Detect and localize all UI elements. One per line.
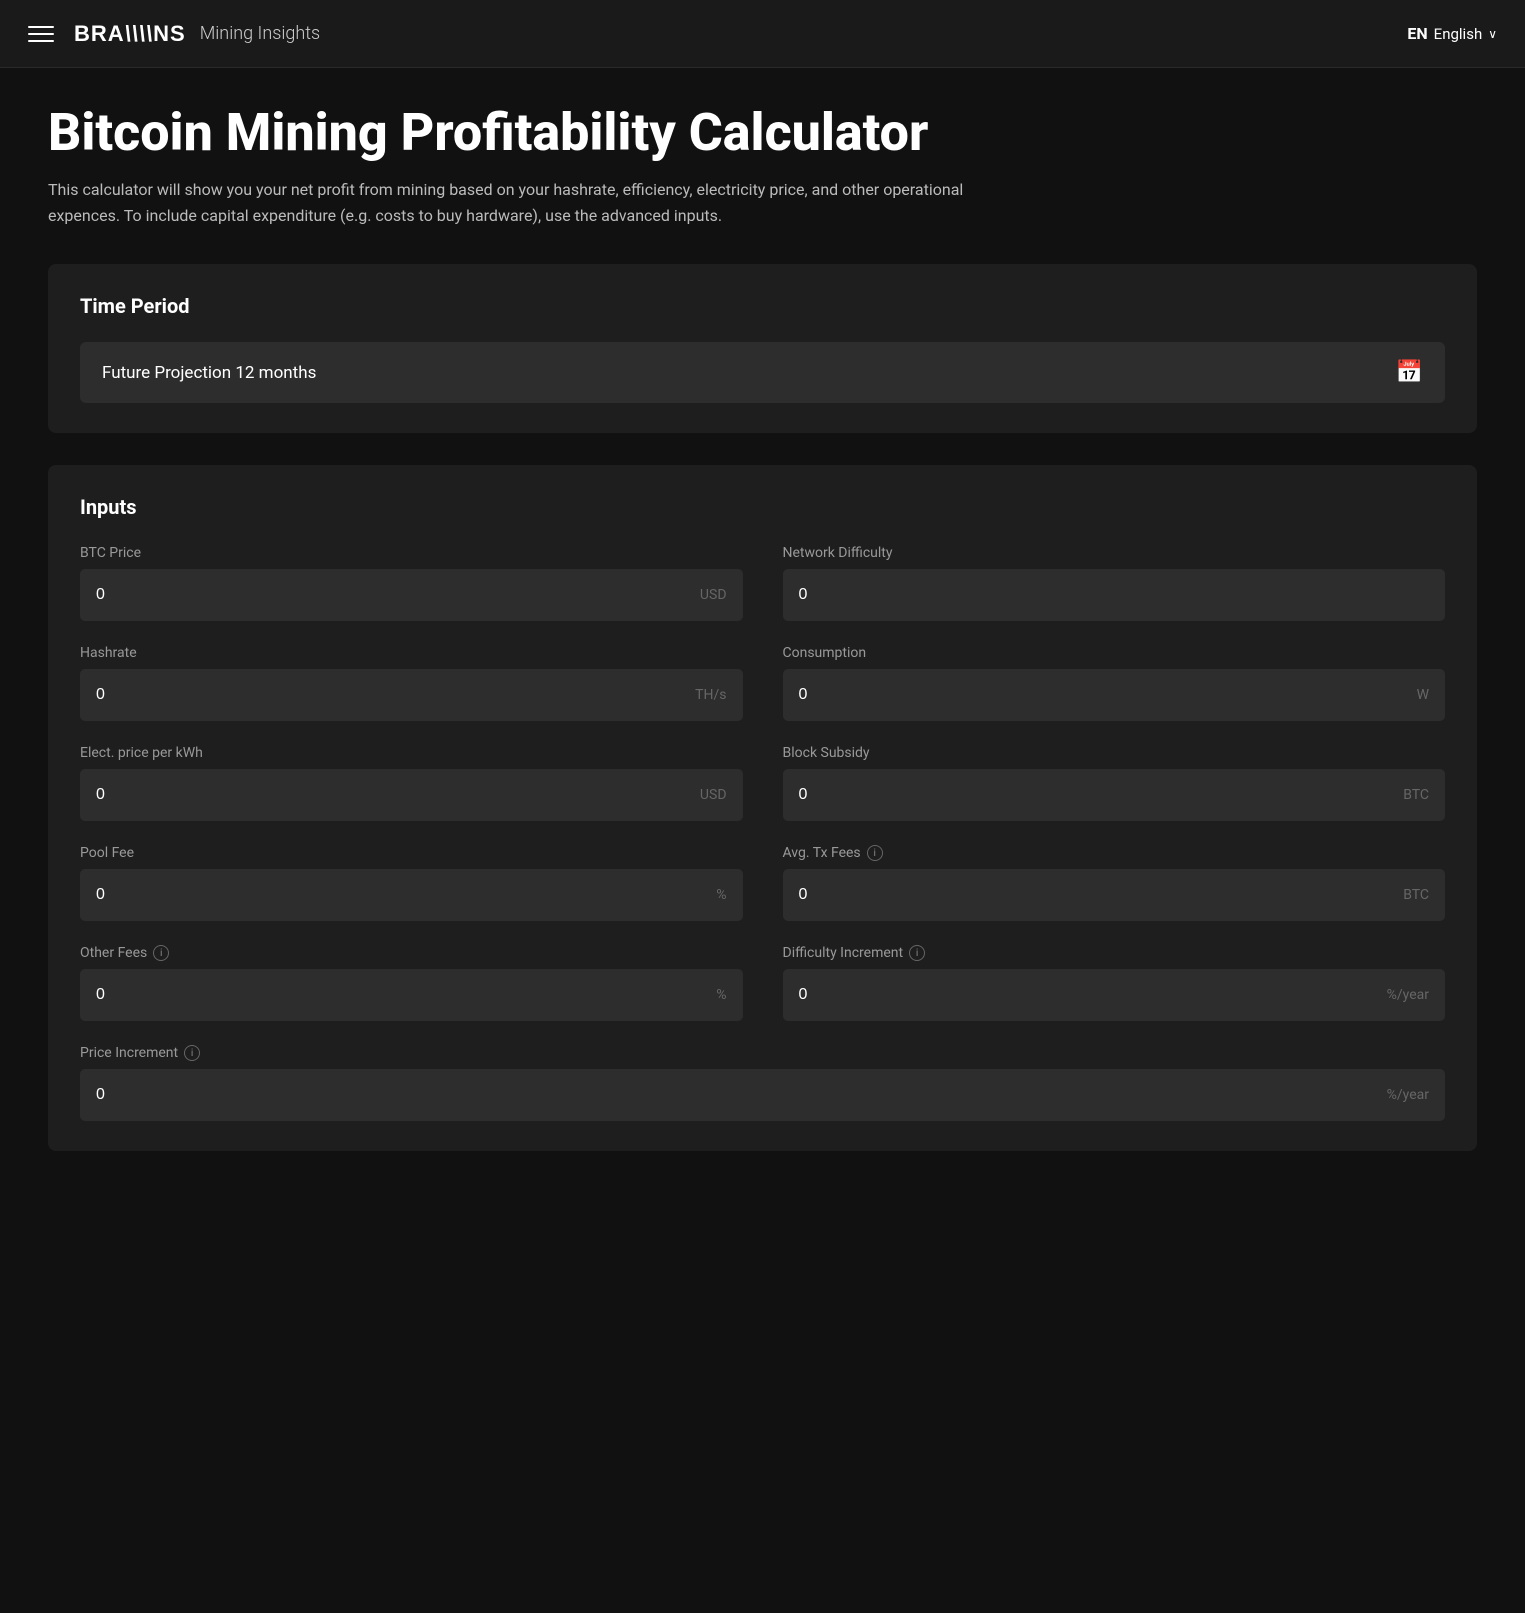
input-difficulty-increment[interactable]: [799, 986, 1379, 1004]
main-content: Bitcoin Mining Profitability Calculator …: [0, 68, 1525, 1231]
unit-block-subsidy: BTC: [1403, 787, 1429, 803]
label-hashrate: Hashrate: [80, 645, 743, 661]
language-label: English: [1434, 25, 1483, 43]
input-group-price-increment: Price Incrementi %/year: [80, 1045, 1445, 1121]
info-icon-avg-tx-fees[interactable]: i: [867, 845, 883, 861]
unit-pool-fee: %: [716, 887, 726, 903]
input-price-increment[interactable]: [96, 1086, 1379, 1104]
field-wrapper-network-difficulty: [783, 569, 1446, 621]
unit-hashrate: TH/s: [695, 687, 726, 703]
input-hashrate[interactable]: [96, 686, 687, 704]
label-consumption: Consumption: [783, 645, 1446, 661]
language-code: EN: [1407, 24, 1427, 43]
navbar: BRA\\\\NS Mining Insights EN English ∨: [0, 0, 1525, 68]
page-title: Bitcoin Mining Profitability Calculator: [48, 104, 1477, 161]
input-group-difficulty-increment: Difficulty Incrementi %/year: [783, 945, 1446, 1021]
field-wrapper-pool-fee: %: [80, 869, 743, 921]
input-avg-tx-fees[interactable]: [799, 886, 1396, 904]
input-elec-price[interactable]: [96, 786, 692, 804]
input-other-fees[interactable]: [96, 986, 708, 1004]
unit-btc-price: USD: [700, 587, 727, 603]
input-group-consumption: Consumption W: [783, 645, 1446, 721]
inputs-title: Inputs: [80, 495, 1445, 519]
input-group-hashrate: Hashrate TH/s: [80, 645, 743, 721]
brand-logo: BRA\\\\NS: [74, 21, 186, 47]
navbar-left: BRA\\\\NS Mining Insights: [28, 21, 320, 47]
info-icon-price-increment[interactable]: i: [184, 1045, 200, 1061]
input-block-subsidy[interactable]: [799, 786, 1396, 804]
unit-price-increment: %/year: [1387, 1087, 1429, 1103]
unit-difficulty-increment: %/year: [1387, 987, 1429, 1003]
label-difficulty-increment: Difficulty Incrementi: [783, 945, 1446, 961]
input-group-block-subsidy: Block Subsidy BTC: [783, 745, 1446, 821]
hamburger-menu[interactable]: [28, 26, 54, 42]
field-wrapper-hashrate: TH/s: [80, 669, 743, 721]
label-price-increment: Price Incrementi: [80, 1045, 1445, 1061]
label-elec-price: Elect. price per kWh: [80, 745, 743, 761]
input-group-elec-price: Elect. price per kWh USD: [80, 745, 743, 821]
field-wrapper-price-increment: %/year: [80, 1069, 1445, 1121]
brand-subtitle: Mining Insights: [200, 23, 321, 44]
field-wrapper-other-fees: %: [80, 969, 743, 1021]
calendar-icon: 📅: [1396, 360, 1423, 385]
input-consumption[interactable]: [799, 686, 1409, 704]
time-period-value: Future Projection 12 months: [102, 363, 316, 383]
field-wrapper-elec-price: USD: [80, 769, 743, 821]
unit-consumption: W: [1417, 687, 1429, 703]
label-network-difficulty: Network Difficulty: [783, 545, 1446, 561]
label-other-fees: Other Feesi: [80, 945, 743, 961]
time-period-selector[interactable]: Future Projection 12 months 📅: [80, 342, 1445, 403]
input-group-network-difficulty: Network Difficulty: [783, 545, 1446, 621]
field-wrapper-btc-price: USD: [80, 569, 743, 621]
info-icon-other-fees[interactable]: i: [153, 945, 169, 961]
field-wrapper-difficulty-increment: %/year: [783, 969, 1446, 1021]
input-btc-price[interactable]: [96, 586, 692, 604]
input-group-avg-tx-fees: Avg. Tx Feesi BTC: [783, 845, 1446, 921]
label-avg-tx-fees: Avg. Tx Feesi: [783, 845, 1446, 861]
page-description: This calculator will show you your net p…: [48, 177, 1008, 228]
input-group-other-fees: Other Feesi%: [80, 945, 743, 1021]
label-pool-fee: Pool Fee: [80, 845, 743, 861]
unit-elec-price: USD: [700, 787, 727, 803]
input-group-pool-fee: Pool Fee%: [80, 845, 743, 921]
unit-other-fees: %: [716, 987, 726, 1003]
time-period-title: Time Period: [80, 294, 1445, 318]
brand: BRA\\\\NS Mining Insights: [74, 21, 320, 47]
inputs-section: Inputs BTC Price USD Network Difficulty Has…: [48, 465, 1477, 1151]
label-btc-price: BTC Price: [80, 545, 743, 561]
label-block-subsidy: Block Subsidy: [783, 745, 1446, 761]
language-selector[interactable]: EN English ∨: [1407, 24, 1497, 43]
field-wrapper-consumption: W: [783, 669, 1446, 721]
input-grid: BTC Price USD Network Difficulty Hashrate TH…: [80, 545, 1445, 1121]
time-period-section: Time Period Future Projection 12 months …: [48, 264, 1477, 433]
info-icon-difficulty-increment[interactable]: i: [909, 945, 925, 961]
input-network-difficulty[interactable]: [799, 586, 1430, 604]
unit-avg-tx-fees: BTC: [1403, 887, 1429, 903]
field-wrapper-avg-tx-fees: BTC: [783, 869, 1446, 921]
field-wrapper-block-subsidy: BTC: [783, 769, 1446, 821]
input-pool-fee[interactable]: [96, 886, 708, 904]
input-group-btc-price: BTC Price USD: [80, 545, 743, 621]
chevron-down-icon: ∨: [1488, 27, 1497, 41]
